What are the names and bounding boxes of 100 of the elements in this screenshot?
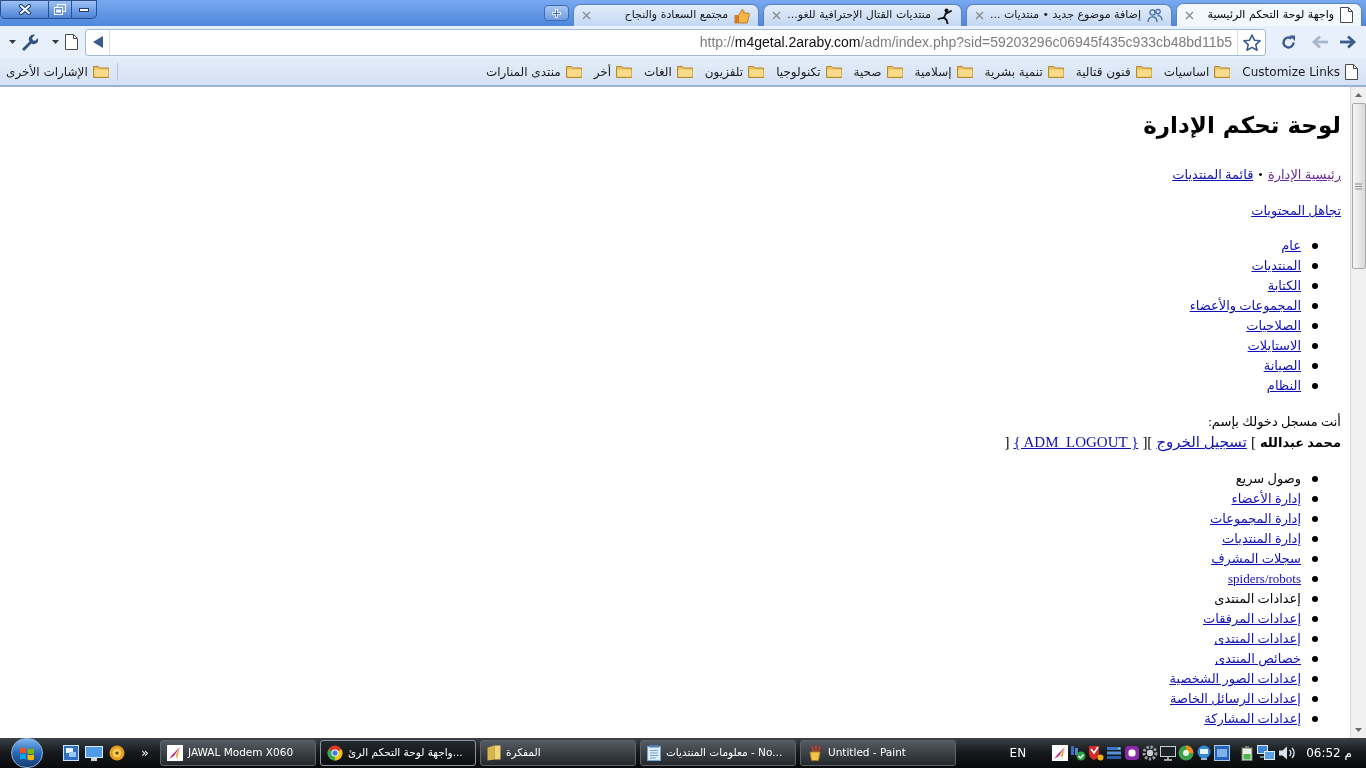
monitor-icon[interactable]	[1160, 745, 1177, 761]
menu-link[interactable]: spiders/robots	[1228, 569, 1301, 589]
bullet-icon	[1312, 283, 1318, 289]
menu-link[interactable]: النظام	[1266, 376, 1301, 396]
menu-link[interactable]: إعدادات المرفقات	[1203, 609, 1301, 629]
disc-icon[interactable]	[109, 745, 125, 761]
minimize-button[interactable]	[72, 0, 97, 19]
stacked-windows-icon[interactable]	[63, 745, 79, 761]
close-icon[interactable]	[975, 11, 984, 20]
bracket-text: [	[1250, 433, 1256, 453]
gear-icon[interactable]	[1142, 745, 1159, 761]
taskbar-button[interactable]: Untitled - Paint	[799, 740, 956, 766]
taskbar-button[interactable]: المفكرة	[479, 740, 636, 766]
clock[interactable]: 06:52 م	[1306, 744, 1352, 762]
bullet-icon	[1312, 476, 1318, 482]
more-button[interactable]: »	[141, 746, 149, 760]
browser-tab[interactable]: واجهة لوحة التحكم الرئيسية	[1176, 3, 1362, 26]
browser-tab[interactable]: مجتمع السعادة والنجاح	[573, 4, 760, 26]
bullet-icon	[1312, 616, 1318, 622]
rounded-square-icon[interactable]	[1124, 745, 1141, 761]
bullet-icon	[1312, 243, 1318, 249]
star-icon	[1242, 33, 1261, 51]
menu-link[interactable]: عام	[1281, 236, 1301, 256]
check-icon[interactable]	[1070, 745, 1087, 761]
menu-link[interactable]: إعدادات المنتدى	[1214, 629, 1301, 649]
page-heading: لوحة تحكم الإدارة	[1143, 111, 1341, 141]
breadcrumb-link[interactable]: قائمة المنتديات	[1172, 165, 1254, 185]
notepad-icon	[646, 745, 661, 761]
bookmark-folder[interactable]: منتدى المنارات	[485, 62, 582, 81]
language-indicator[interactable]: EN	[1009, 744, 1027, 762]
bookmark-folder[interactable]: اساسيات	[1163, 62, 1231, 81]
bookmark-folder[interactable]: فنون قتالية	[1075, 62, 1152, 81]
close-icon[interactable]	[1185, 10, 1194, 20]
new-tab-button[interactable]	[544, 5, 570, 21]
bookmark-link[interactable]: Customize Links	[1242, 62, 1358, 81]
display-icon[interactable]	[1196, 745, 1213, 761]
menu-link[interactable]: إعدادات الصور الشخصية	[1169, 669, 1301, 689]
windows-logo-icon	[19, 745, 35, 761]
start-button[interactable]	[11, 738, 43, 768]
window-icon[interactable]	[1214, 745, 1231, 761]
restore-button[interactable]	[49, 0, 72, 19]
menu-link[interactable]: إعدادات الرسائل الخاصة	[1170, 689, 1301, 709]
taskbar-button[interactable]: معلومات المنتديات - No...	[639, 740, 796, 766]
bracket-text: ][	[1142, 433, 1153, 453]
menu-link[interactable]: الاستايلات	[1247, 336, 1301, 356]
menu-link[interactable]: إدارة المنتديات	[1222, 529, 1301, 549]
bullet-icon	[1312, 303, 1318, 309]
server-icon[interactable]	[1106, 745, 1123, 761]
menu-link[interactable]: إدارة المجموعات	[1209, 509, 1301, 529]
shield-check-icon[interactable]	[1088, 745, 1105, 761]
username: محمد عبدالله	[1259, 433, 1341, 452]
taskbar-button[interactable]: JAWAL Modem X060	[159, 740, 316, 766]
up-arrow-icon	[1355, 93, 1362, 97]
scrollbar[interactable]	[1350, 87, 1366, 738]
folder-icon	[748, 65, 765, 78]
folder-icon	[1135, 65, 1152, 78]
bookmark-folder[interactable]: أخر	[593, 62, 633, 81]
menu-label: وصول سريع	[1235, 470, 1301, 489]
breadcrumb-separator: •	[1258, 166, 1263, 185]
bookmark-folder[interactable]: إسلامية	[914, 62, 973, 81]
menu-link[interactable]: المجموعات والأعضاء	[1189, 296, 1301, 316]
menu-link[interactable]: الكتابة	[1267, 276, 1301, 296]
menu-link[interactable]: الصيانة	[1263, 356, 1301, 376]
menu-link[interactable]: خصائص المنتدى	[1215, 649, 1301, 669]
logout-link[interactable]: تسجيل الخروج	[1156, 431, 1247, 454]
down-arrow-icon	[1355, 728, 1362, 732]
close-icon[interactable]	[772, 11, 782, 20]
ring-icon	[326, 745, 343, 761]
browser-tab[interactable]: إضافة موضوع جديد • منتديات ...	[966, 4, 1172, 26]
menu-link[interactable]: الصلاحيات	[1246, 316, 1301, 336]
menu-link[interactable]: إدارة الأعضاء	[1231, 489, 1301, 509]
reload-icon	[1279, 33, 1297, 51]
bullet-icon	[1312, 636, 1318, 642]
network-icon[interactable]	[1257, 745, 1276, 761]
bracket-text: ]	[1004, 433, 1010, 453]
browser-tab[interactable]: منتديات القتال الإحترافية للغو...	[763, 4, 962, 26]
bookmark-folder[interactable]: صحية	[853, 62, 903, 81]
monitor-icon[interactable]	[85, 745, 103, 761]
battery-icon[interactable]	[1240, 745, 1255, 761]
bookmark-folder[interactable]: تنمية بشرية	[984, 62, 1064, 81]
taskbar-button[interactable]: واجهة لوحة التحكم الرئ...	[319, 740, 476, 766]
menu-link[interactable]: سجلات المشرف	[1211, 549, 1301, 569]
other-bookmarks-button[interactable]: الإشارات الأخرى	[6, 62, 109, 81]
folder-icon	[956, 65, 973, 78]
logout-link[interactable]: { ADM_LOGOUT }	[1013, 431, 1139, 454]
swoosh-icon	[166, 745, 183, 761]
menu-link[interactable]: المنتديات	[1251, 256, 1301, 276]
donut-icon[interactable]	[1178, 745, 1195, 761]
bookmark-folder[interactable]: تلفزيون	[704, 62, 765, 81]
bookmark-folder[interactable]: تكنولوجيا	[776, 62, 842, 81]
skip-link[interactable]: تجاهل المحتويات	[1251, 201, 1341, 221]
breadcrumb-link[interactable]: رئيسية الإدارة	[1267, 165, 1341, 185]
swoosh-icon[interactable]	[1052, 745, 1069, 761]
close-icon[interactable]	[582, 11, 592, 20]
bookmark-folder[interactable]: الغات	[644, 62, 693, 81]
scrollbar-thumb[interactable]	[1351, 103, 1366, 269]
address-field[interactable]: http://m4getal.2araby.com/adm/index.php?sid=59203296c06945f435c933cb48bd11b5	[85, 28, 1266, 56]
speaker-icon[interactable]	[1278, 745, 1297, 761]
menu-link[interactable]: إعدادات المشاركة	[1204, 709, 1301, 729]
close-button[interactable]	[0, 0, 49, 19]
